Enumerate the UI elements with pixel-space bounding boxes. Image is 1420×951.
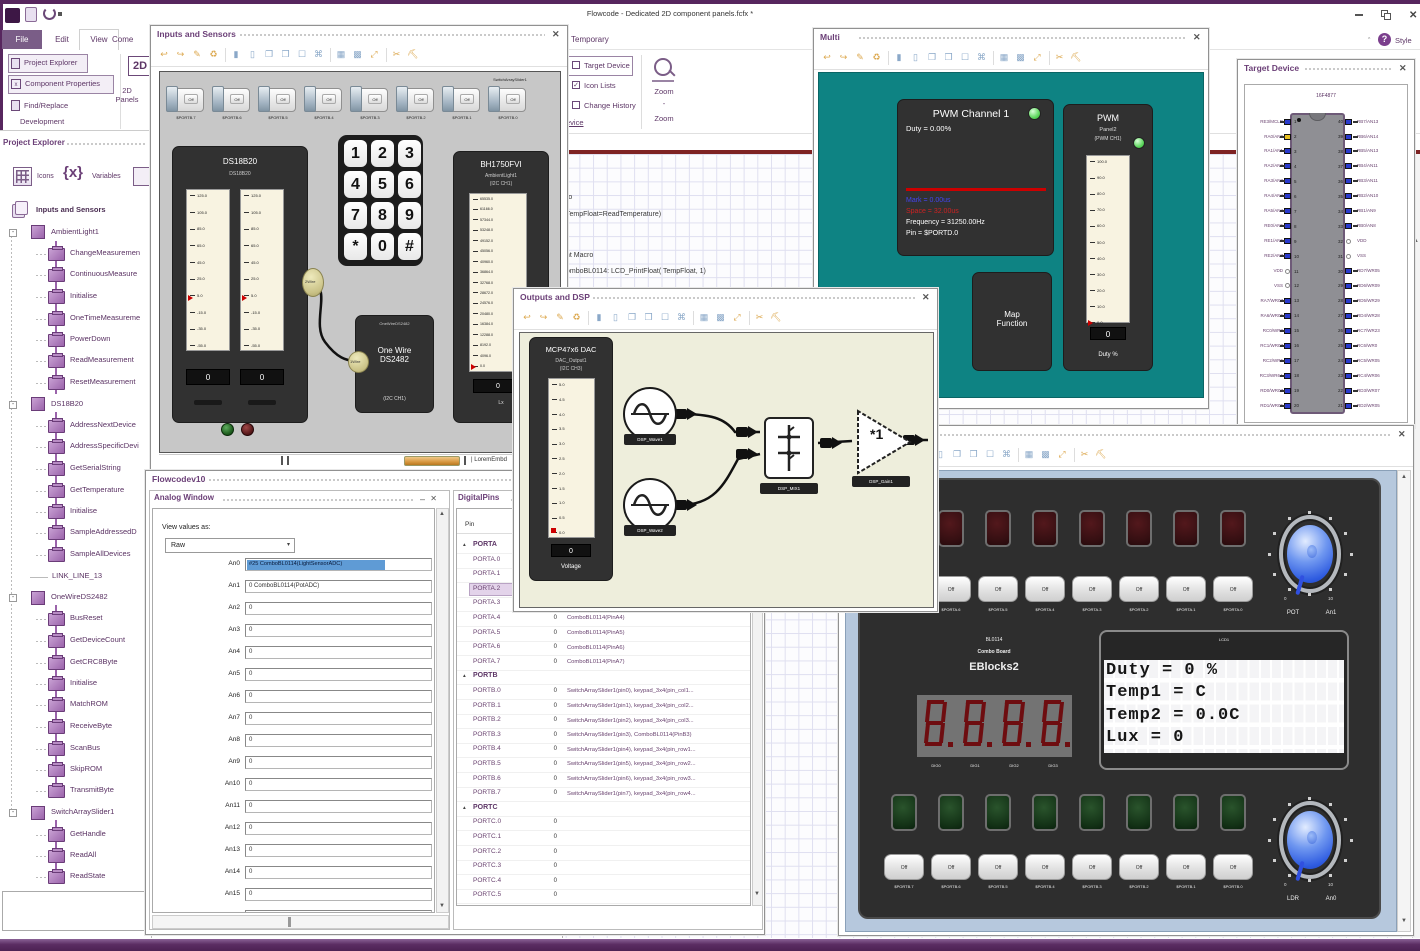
svg-text:*1: *1 (870, 426, 883, 442)
